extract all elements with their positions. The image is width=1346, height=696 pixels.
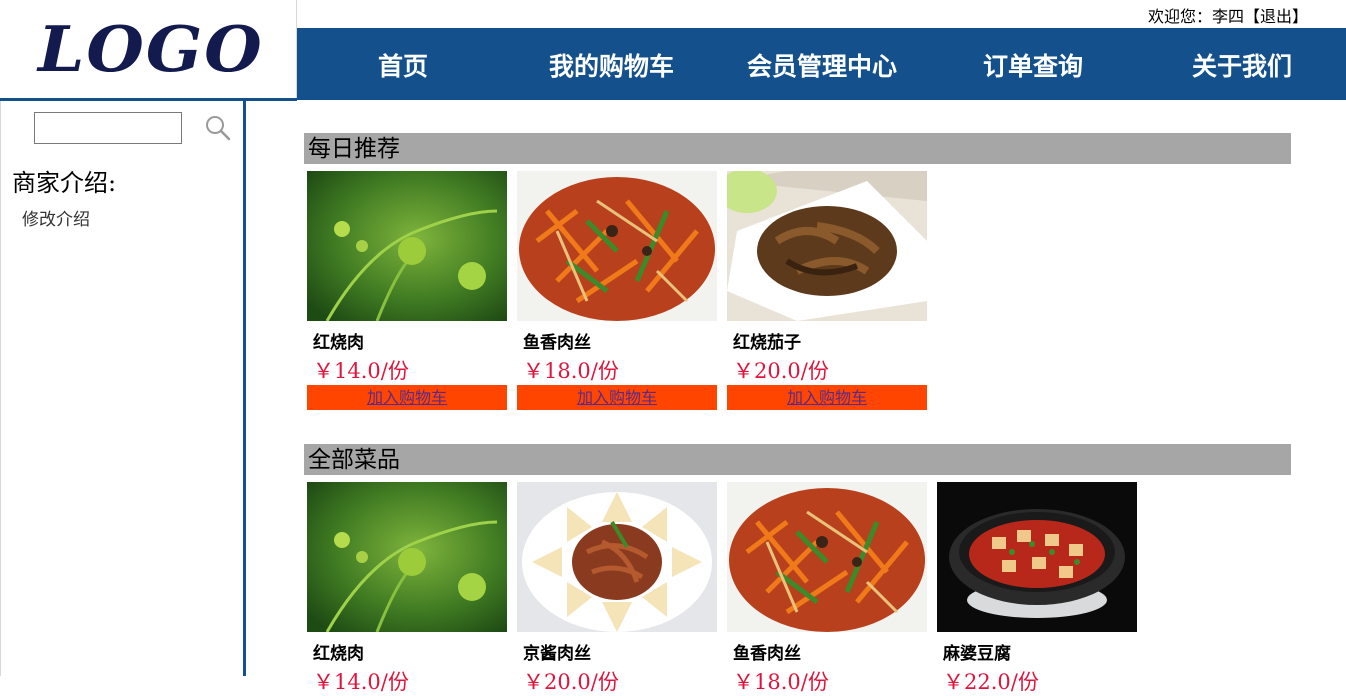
product-price: ￥22.0/份 (943, 670, 1039, 694)
product-price: ￥18.0/份 (733, 670, 829, 694)
add-to-cart-button[interactable]: 加入购物车 (517, 385, 717, 410)
product-name: 红烧茄子 (733, 333, 801, 353)
main-nav: 首页 我的购物车 会员管理中心 订单查询 关于我们 (297, 28, 1346, 100)
product-image[interactable] (727, 171, 927, 321)
nav-home[interactable]: 首页 (378, 28, 428, 100)
logout-link[interactable]: 【退出】 (1244, 7, 1308, 26)
edit-intro-link[interactable]: 修改介绍 (22, 205, 90, 230)
merchant-intro-title: 商家介绍: (12, 169, 117, 197)
welcome-text: 欢迎您：李四【退出】 (1148, 3, 1308, 27)
welcome-prefix: 欢迎您： (1147, 7, 1212, 26)
product-price: ￥20.0/份 (523, 670, 619, 694)
logo: LOGO (38, 11, 264, 87)
product-price: ￥14.0/份 (313, 670, 409, 694)
product-name: 麻婆豆腐 (943, 644, 1011, 664)
add-to-cart-button[interactable]: 加入购物车 (307, 385, 507, 410)
product-card: 京酱肉丝 ￥20.0/份 (517, 482, 717, 694)
nav-orders[interactable]: 订单查询 (983, 28, 1083, 100)
product-image[interactable] (307, 482, 507, 632)
user-name: 李四 (1211, 7, 1244, 26)
product-card: 红烧肉 ￥14.0/份 加入购物车 (307, 171, 507, 410)
product-name: 京酱肉丝 (523, 644, 591, 664)
product-name: 红烧肉 (313, 333, 364, 353)
nav-member-center[interactable]: 会员管理中心 (747, 28, 897, 100)
product-price: ￥20.0/份 (733, 359, 829, 383)
product-image[interactable] (517, 171, 717, 321)
section-header-recommended: 每日推荐 (304, 133, 1291, 164)
sidebar-divider (243, 101, 246, 676)
product-card: 麻婆豆腐 ￥22.0/份 (937, 482, 1137, 694)
product-card: 鱼香肉丝 ￥18.0/份 (727, 482, 927, 694)
product-price: ￥18.0/份 (523, 359, 619, 383)
search-input[interactable] (34, 112, 182, 144)
product-name: 红烧肉 (313, 644, 364, 664)
sidebar: 商家介绍: 修改介绍 (0, 101, 243, 676)
logo-area: LOGO (0, 0, 297, 98)
add-to-cart-button[interactable]: 加入购物车 (727, 385, 927, 410)
product-image[interactable] (307, 171, 507, 321)
section-header-all-dishes: 全部菜品 (304, 444, 1291, 475)
search-icon[interactable] (204, 114, 232, 142)
product-name: 鱼香肉丝 (523, 333, 591, 353)
product-image[interactable] (727, 482, 927, 632)
product-price: ￥14.0/份 (313, 359, 409, 383)
product-image[interactable] (937, 482, 1137, 632)
product-image[interactable] (517, 482, 717, 632)
product-card: 红烧肉 ￥14.0/份 (307, 482, 507, 694)
product-card: 红烧茄子 ￥20.0/份 加入购物车 (727, 171, 927, 410)
product-name: 鱼香肉丝 (733, 644, 801, 664)
product-card: 鱼香肉丝 ￥18.0/份 加入购物车 (517, 171, 717, 410)
nav-cart[interactable]: 我的购物车 (549, 28, 674, 100)
nav-about[interactable]: 关于我们 (1192, 28, 1292, 100)
